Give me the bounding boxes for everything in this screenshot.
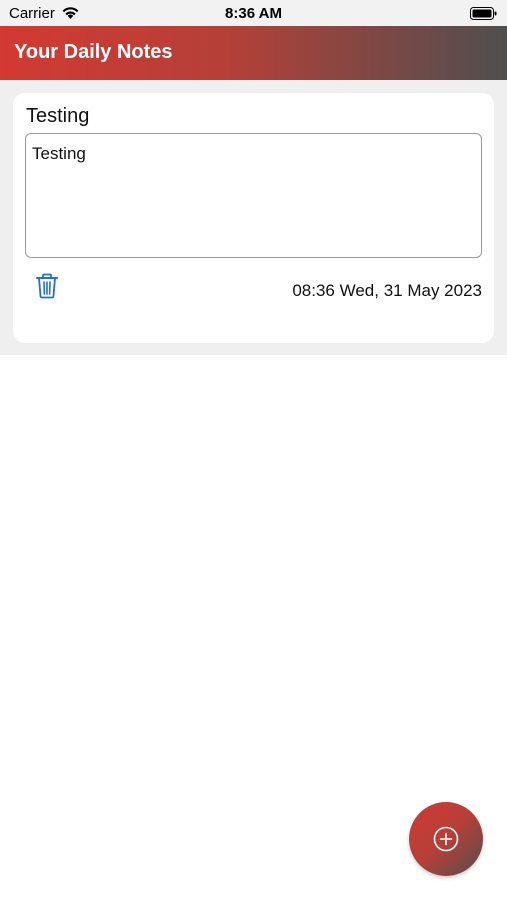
note-body-textarea[interactable]: Testing: [25, 133, 482, 258]
battery-full-icon: [470, 7, 497, 20]
notes-list: Testing Testing 08:36 Wed, 31 May 2023: [0, 80, 507, 355]
add-note-button[interactable]: [409, 802, 483, 876]
plus-circle-icon: [433, 826, 459, 852]
app-screen: Carrier 8:36 AM Your Daily Notes Testing…: [0, 0, 507, 900]
trash-icon[interactable]: [35, 273, 59, 299]
note-card: Testing Testing 08:36 Wed, 31 May 2023: [13, 93, 494, 343]
note-timestamp: 08:36 Wed, 31 May 2023: [292, 281, 482, 300]
status-time: 8:36 AM: [225, 5, 282, 22]
status-bar: Carrier 8:36 AM: [0, 0, 507, 26]
app-header: Your Daily Notes: [0, 26, 507, 80]
page-title: Your Daily Notes: [14, 41, 173, 63]
note-title: Testing: [26, 105, 90, 127]
